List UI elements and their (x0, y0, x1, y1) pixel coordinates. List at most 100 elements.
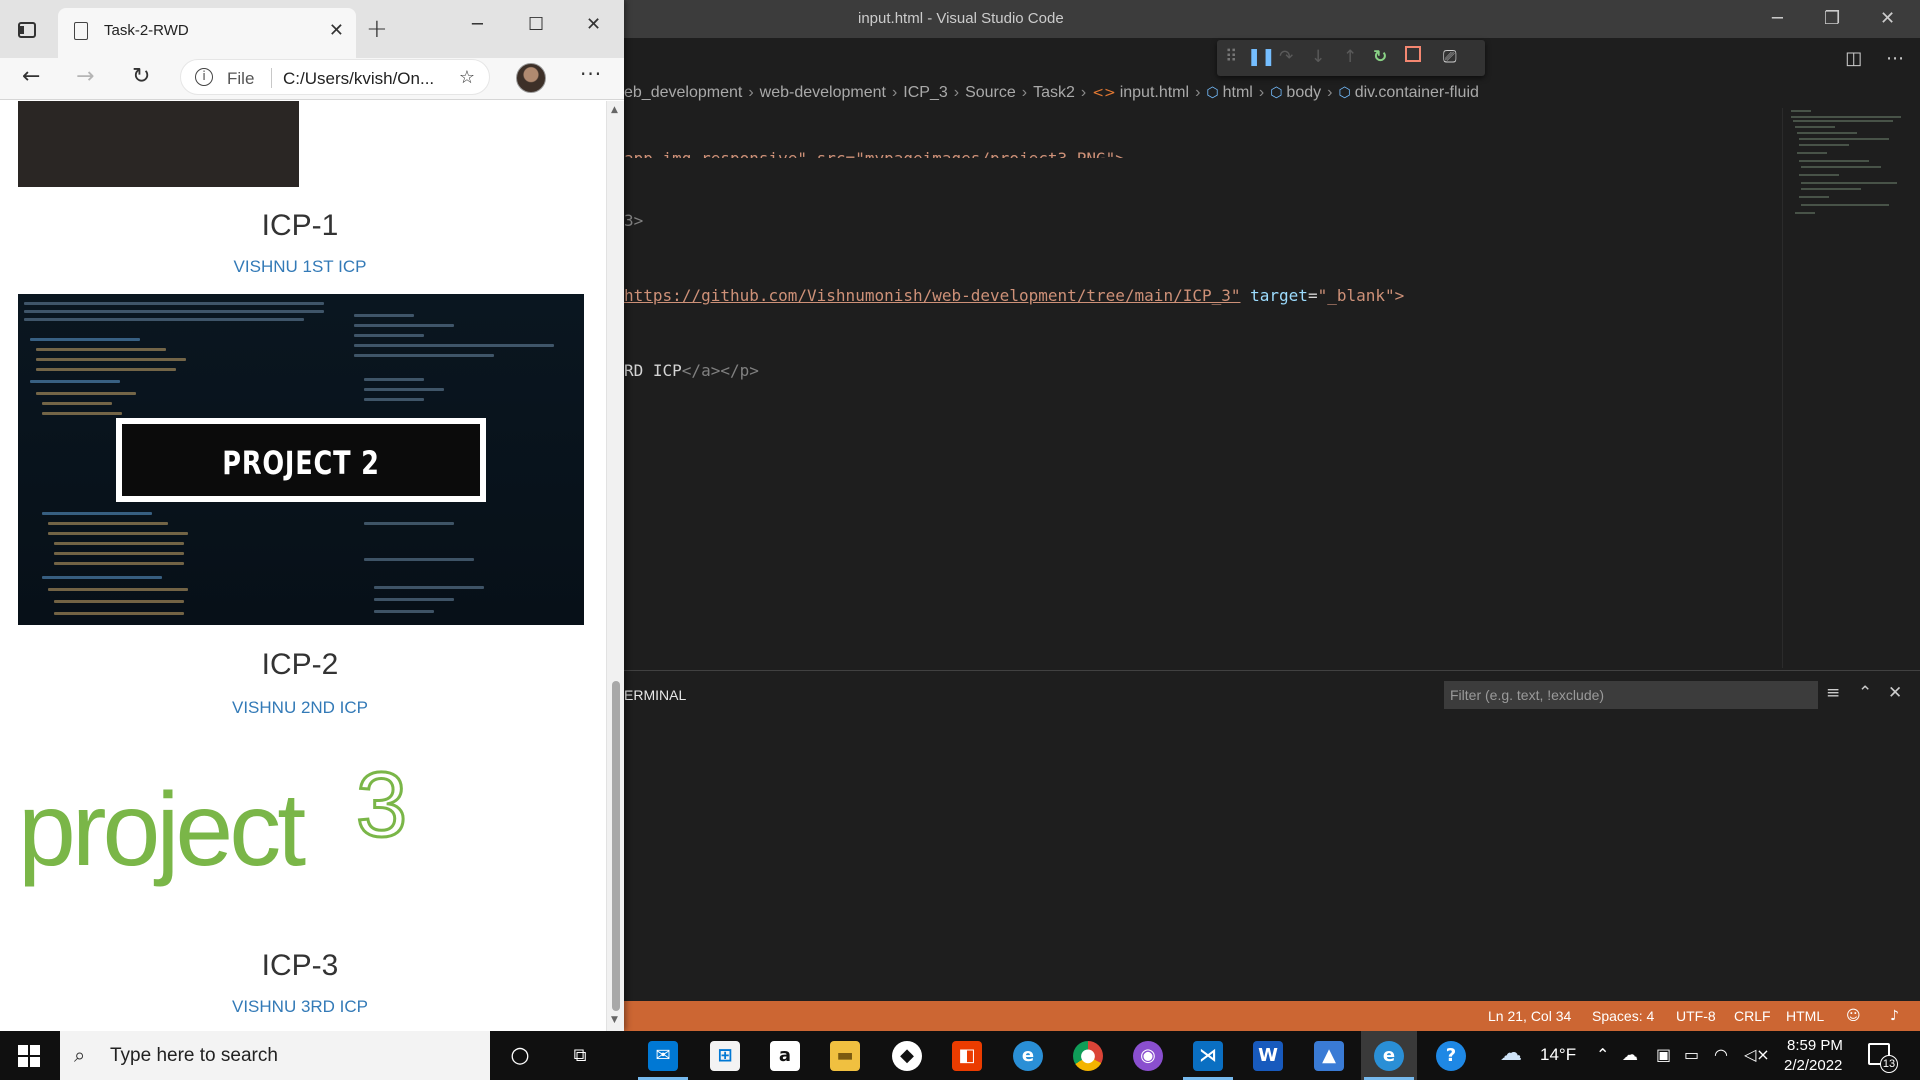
line-ending[interactable]: CRLF (1734, 1008, 1771, 1024)
avatar[interactable] (516, 63, 546, 93)
tab-terminal[interactable]: ERMINAL (624, 687, 686, 703)
breadcrumb-item[interactable]: eb_development (624, 84, 742, 101)
back-icon[interactable]: ← (22, 64, 40, 89)
edge-icon[interactable]: e (1013, 1041, 1043, 1071)
scroll-thumb[interactable] (612, 681, 620, 1011)
navigation-bar: ← → ↻ i File C:/Users/kvish/On... ☆ ··· (0, 58, 624, 100)
pause-icon[interactable]: ❚❚ (1247, 47, 1276, 67)
breadcrumb-item[interactable]: web-development (760, 84, 886, 101)
volume-muted-icon[interactable]: ◁× (1744, 1045, 1770, 1064)
page-scrollbar[interactable]: ▲ ▼ (606, 101, 624, 1031)
vscode-window-title: input.html - Visual Studio Code (858, 10, 1064, 27)
taskbar-search[interactable]: ⌕ Type here to search (60, 1031, 490, 1080)
list-view-icon[interactable]: ≡ (1826, 683, 1840, 703)
project-3-link[interactable]: VISHNU 3RD ICP (0, 997, 600, 1017)
drag-handle-icon[interactable]: ⠿ (1225, 47, 1237, 67)
debug-toolbar: ⠿ ❚❚ ↷ ↓ ↑ ↻ ⎚ (1217, 40, 1485, 76)
task-view-icon[interactable]: ⧉ (565, 1041, 595, 1071)
maximize-icon[interactable]: ☐ (528, 14, 544, 35)
stop-icon[interactable] (1405, 46, 1421, 62)
address-bar[interactable]: i File C:/Users/kvish/On... ☆ (180, 59, 490, 95)
cursor-position[interactable]: Ln 21, Col 34 (1488, 1008, 1571, 1024)
address-url[interactable]: C:/Users/kvish/On... (283, 69, 433, 89)
minimap[interactable] (1782, 108, 1920, 668)
amazon-icon[interactable]: a (770, 1041, 800, 1071)
inspect-icon[interactable]: ⎚ (1443, 47, 1457, 67)
app-icon[interactable]: ◆ (892, 1041, 922, 1071)
weather-icon[interactable]: ☁ (1500, 1041, 1522, 1066)
restore-icon[interactable]: ❐ (1824, 8, 1840, 29)
code-editor[interactable]: app img-responsive" src="mypageimages/pr… (624, 100, 1780, 433)
windows-start-icon[interactable] (18, 1045, 40, 1067)
code-token: </a></p> (681, 361, 759, 380)
office-icon[interactable]: ◧ (952, 1041, 982, 1071)
step-into-icon[interactable]: ↓ (1311, 47, 1325, 67)
step-over-icon[interactable]: ↷ (1279, 47, 1293, 67)
breadcrumb-item[interactable]: html (1223, 84, 1253, 101)
close-panel-icon[interactable]: ✕ (1888, 683, 1902, 703)
close-tab-icon[interactable]: ✕ (329, 20, 344, 41)
photos-icon[interactable]: ▲ (1314, 1041, 1344, 1071)
code-token: 3> (624, 211, 644, 230)
breadcrumb-item[interactable]: Source (965, 84, 1016, 101)
search-icon: ⌕ (74, 1043, 86, 1067)
more-actions-icon[interactable]: ⋯ (1886, 48, 1904, 69)
github-icon[interactable]: ◉ (1133, 1041, 1163, 1071)
refresh-icon[interactable]: ↻ (132, 64, 150, 89)
scroll-up-icon[interactable]: ▲ (611, 105, 618, 115)
meet-now-icon[interactable]: ▣ (1656, 1045, 1671, 1064)
project-2-link[interactable]: VISHNU 2ND ICP (0, 698, 600, 718)
wifi-icon[interactable]: ◠ (1714, 1045, 1728, 1064)
bell-icon[interactable]: ♪ (1890, 1008, 1899, 1024)
more-icon[interactable]: ··· (580, 62, 602, 86)
weather-temp[interactable]: 14°F (1540, 1045, 1576, 1065)
battery-icon[interactable]: ▭ (1684, 1045, 1699, 1064)
chevron-up-icon[interactable]: ⌃ (1858, 683, 1872, 703)
language-mode[interactable]: HTML (1786, 1008, 1824, 1024)
breadcrumb-item[interactable]: ICP_3 (903, 84, 947, 101)
minimize-icon[interactable]: ─ (1772, 8, 1783, 29)
breadcrumb-item[interactable]: div.container-fluid (1355, 84, 1479, 101)
breadcrumb-item[interactable]: input.html (1120, 84, 1189, 101)
onedrive-icon[interactable]: ☁ (1622, 1045, 1638, 1064)
restart-icon[interactable]: ↻ (1373, 47, 1387, 67)
indentation[interactable]: Spaces: 4 (1592, 1008, 1654, 1024)
mail-icon[interactable]: ✉ (648, 1041, 678, 1071)
html-file-icon: <> (1092, 85, 1116, 101)
step-out-icon[interactable]: ↑ (1343, 47, 1357, 67)
project-3-logo-word: project (18, 772, 306, 888)
close-icon[interactable]: ✕ (586, 14, 601, 35)
address-scheme: File (227, 69, 255, 88)
file-explorer-icon[interactable]: ▬ (830, 1041, 860, 1071)
edge-active-icon[interactable]: e (1374, 1041, 1404, 1071)
word-icon[interactable]: W (1253, 1041, 1283, 1071)
filter-input[interactable] (1444, 681, 1818, 709)
clock-time[interactable]: 8:59 PM (1787, 1037, 1843, 1054)
cortana-icon[interactable]: ○ (505, 1041, 535, 1071)
browser-tab[interactable]: Task-2-RWD ✕ (58, 8, 356, 58)
project-1-link[interactable]: VISHNU 1ST ICP (0, 257, 600, 277)
scroll-down-icon[interactable]: ▼ (611, 1015, 618, 1025)
add-favorite-icon[interactable]: ☆ (459, 67, 475, 88)
forward-icon[interactable]: → (76, 64, 94, 89)
vscode-titlebar: input.html - Visual Studio Code ─ ❐ ✕ (624, 0, 1920, 38)
project-2-title: ICP-2 (261, 648, 339, 681)
tab-actions-icon[interactable] (18, 22, 36, 38)
clock-date[interactable]: 2/2/2022 (1784, 1057, 1842, 1074)
new-tab-icon[interactable]: + (366, 14, 388, 44)
split-editor-icon[interactable]: ◫ (1845, 48, 1862, 69)
close-icon[interactable]: ✕ (1880, 8, 1895, 29)
info-icon[interactable]: i (195, 68, 213, 86)
breadcrumb-item[interactable]: body (1286, 84, 1321, 101)
chevron-up-icon[interactable]: ⌃ (1596, 1045, 1609, 1064)
chrome-icon[interactable]: ● (1073, 1041, 1103, 1071)
feedback-icon[interactable]: ☺ (1846, 1008, 1861, 1024)
minimize-icon[interactable]: ─ (472, 14, 483, 35)
help-icon[interactable]: ? (1436, 1041, 1466, 1071)
breadcrumb-item[interactable]: Task2 (1033, 84, 1075, 101)
browser-window: Task-2-RWD ✕ + ─ ☐ ✕ ← → ↻ i File C:/Use… (0, 0, 624, 1031)
code-link[interactable]: https://github.com/Vishnumonish/web-deve… (624, 286, 1241, 305)
vscode-icon[interactable]: ⋊ (1193, 1041, 1223, 1071)
store-icon[interactable]: ⊞ (710, 1041, 740, 1071)
encoding[interactable]: UTF-8 (1676, 1008, 1716, 1024)
